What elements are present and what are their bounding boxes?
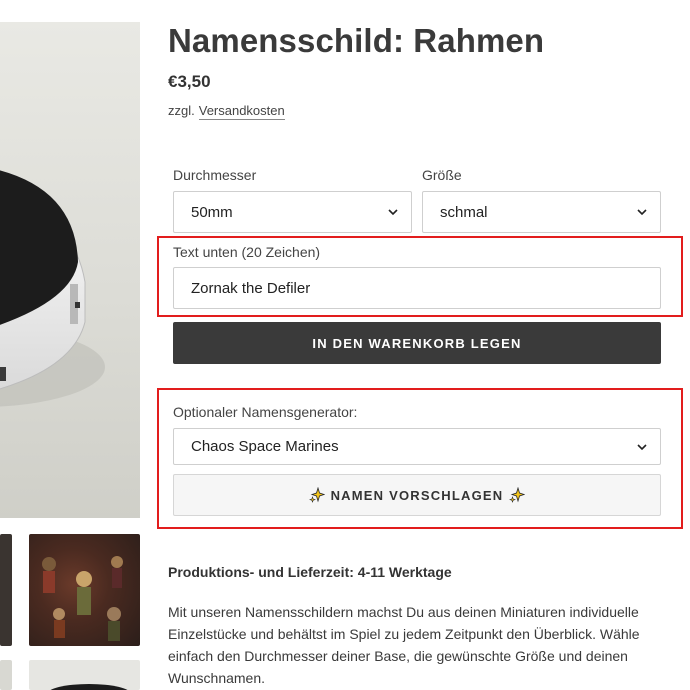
name-generator-select-value: Chaos Space Marines bbox=[191, 438, 339, 455]
thumbnail-2[interactable] bbox=[29, 534, 140, 646]
text-bottom-input-value: Zornak the Defiler bbox=[191, 279, 311, 297]
miniatures-scene-image bbox=[42, 556, 123, 641]
text-bottom-label: Text unten (20 Zeichen) bbox=[173, 244, 321, 260]
name-generator-select[interactable]: Chaos Space Marines bbox=[173, 428, 661, 465]
sparkle-icon bbox=[308, 487, 325, 503]
chevron-down-icon bbox=[388, 209, 398, 216]
thumbnail-3[interactable] bbox=[0, 660, 12, 690]
thumbnail-4[interactable] bbox=[29, 660, 140, 690]
shipping-costs-link[interactable]: Versandkosten bbox=[198, 103, 285, 120]
text-bottom-input[interactable]: Zornak the Defiler bbox=[173, 267, 661, 309]
suggest-names-label: NAMEN VORSCHLAGEN bbox=[330, 487, 504, 503]
size-select[interactable]: schmal bbox=[422, 191, 661, 233]
sparkle-icon bbox=[509, 487, 526, 503]
diameter-select-value: 50mm bbox=[191, 203, 233, 221]
product-title: Namensschild: Rahmen bbox=[168, 22, 545, 59]
chevron-down-icon bbox=[637, 444, 647, 451]
product-base-render bbox=[0, 170, 105, 407]
base-thumbnail-image bbox=[50, 684, 128, 690]
size-select-value: schmal bbox=[440, 203, 488, 221]
diameter-label: Durchmesser bbox=[173, 167, 257, 183]
product-description: Mit unseren Namensschildern machst Du au… bbox=[168, 604, 640, 686]
suggest-names-button[interactable]: NAMEN VORSCHLAGEN bbox=[173, 474, 661, 516]
product-main-image[interactable] bbox=[0, 22, 140, 518]
production-time: Produktions- und Lieferzeit: 4-11 Werkta… bbox=[168, 564, 452, 580]
add-to-cart-button[interactable]: IN DEN WARENKORB LEGEN bbox=[173, 322, 661, 364]
thumbnail-1[interactable] bbox=[0, 534, 12, 646]
product-price: €3,50 bbox=[168, 72, 211, 91]
tax-prefix: zzgl. bbox=[168, 103, 195, 118]
chevron-down-icon bbox=[637, 209, 647, 216]
size-label: Größe bbox=[422, 167, 462, 183]
tax-note: zzgl. Versandkosten bbox=[168, 103, 285, 120]
name-generator-label: Optionaler Namensgenerator: bbox=[173, 404, 358, 420]
diameter-select[interactable]: 50mm bbox=[173, 191, 412, 233]
